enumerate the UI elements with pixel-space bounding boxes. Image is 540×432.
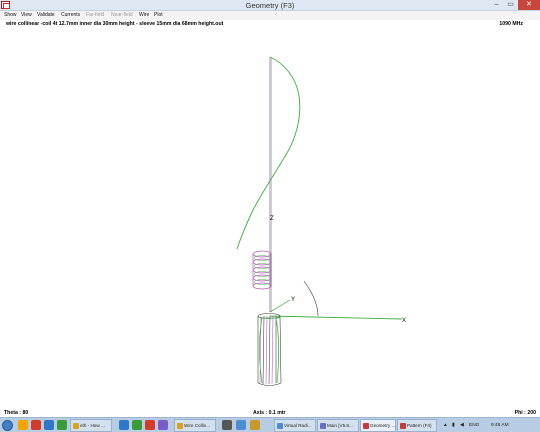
menu-plot[interactable]: Plot xyxy=(154,11,163,20)
taskbar-item[interactable]: Virtual Radi... xyxy=(274,419,316,432)
output-filename: wire collinear -coil 4t 12.7mm inner dia… xyxy=(6,21,224,27)
presentation-icon[interactable] xyxy=(145,420,155,430)
info-bar: wire collinear -coil 4t 12.7mm inner dia… xyxy=(0,20,540,29)
axis-scale-readout: Axis : 0.1 mtr xyxy=(253,410,286,416)
app-icon[interactable] xyxy=(158,420,168,430)
pinned-app-icon[interactable] xyxy=(18,420,28,430)
menu-validate[interactable]: Validate xyxy=(37,11,55,20)
tray-arrow-icon[interactable]: ▲ xyxy=(443,418,448,432)
current-distribution-curve xyxy=(236,56,301,250)
close-button[interactable]: ✕ xyxy=(518,0,540,10)
pinned-app-icon[interactable] xyxy=(57,420,67,430)
network-icon[interactable]: ▮ xyxy=(452,418,455,432)
y-axis-label: Y xyxy=(291,297,295,303)
pinned-app-icon[interactable] xyxy=(31,420,41,430)
menu-far-field[interactable]: Far-field xyxy=(86,11,104,20)
app-icon[interactable] xyxy=(222,420,232,430)
geometry-view[interactable]: Z Y X xyxy=(0,29,540,408)
menu-view[interactable]: View xyxy=(21,11,32,20)
taskbar-item-label: Virtual Radi... xyxy=(284,423,312,428)
x-axis-label: X xyxy=(402,318,406,324)
spreadsheet-icon[interactable] xyxy=(132,420,142,430)
maximize-button[interactable]: ▭ xyxy=(504,0,517,10)
taskbar-item-label: Pattern (F4) xyxy=(407,423,432,428)
app-icon[interactable] xyxy=(236,420,246,430)
geometry-canvas[interactable]: Z Y X xyxy=(0,29,540,408)
volume-icon[interactable]: ◀ xyxy=(460,418,464,432)
menu-wire[interactable]: Wire xyxy=(139,11,149,20)
y-axis xyxy=(269,299,291,313)
task-app-icon xyxy=(277,423,283,429)
language-indicator[interactable]: ENG xyxy=(469,418,479,432)
menu-bar: Show View Validate Currents Far-field Ne… xyxy=(0,11,540,20)
window-title: Geometry (F3) xyxy=(245,1,295,10)
task-app-icon xyxy=(363,423,369,429)
taskbar-item[interactable]: Wire Collin... xyxy=(174,419,216,432)
task-app-icon xyxy=(320,423,326,429)
task-app-icon xyxy=(177,423,183,429)
phi-angle-arc xyxy=(303,280,319,317)
z-axis-label: Z xyxy=(270,216,274,222)
app-icon[interactable] xyxy=(250,420,260,430)
taskbar-item-label: eth - How ... xyxy=(80,423,105,428)
taskbar-item-label: Main [V5.8... xyxy=(327,423,353,428)
status-bar: Theta : 80 Axis : 0.1 mtr Phi : 200 xyxy=(0,409,540,417)
menu-near-field[interactable]: Near-field xyxy=(111,11,133,20)
minimize-button[interactable]: – xyxy=(490,0,503,10)
taskbar: eth - How ... Wire Collin... Virtual Rad… xyxy=(0,417,540,432)
frequency-label: 1090 MHz xyxy=(499,21,523,27)
coil-current-trace xyxy=(253,255,271,285)
taskbar-item[interactable]: eth - How ... xyxy=(70,419,112,432)
title-bar: Geometry (F3) – ▭ ✕ xyxy=(0,0,540,11)
taskbar-item[interactable]: Main [V5.8... xyxy=(317,419,359,432)
x-axis xyxy=(269,315,403,320)
taskbar-item-active[interactable]: Geometry ... xyxy=(360,419,396,432)
menu-show[interactable]: Show xyxy=(4,11,17,20)
taskbar-item-label: Geometry ... xyxy=(370,423,396,428)
menu-currents[interactable]: Currents xyxy=(61,11,80,20)
task-app-icon xyxy=(400,423,406,429)
pinned-app-icon[interactable] xyxy=(44,420,54,430)
start-button[interactable] xyxy=(2,420,13,431)
phi-readout: Phi : 200 xyxy=(514,410,536,416)
word-icon[interactable] xyxy=(119,420,129,430)
taskbar-item-label: Wire Collin... xyxy=(184,423,211,428)
taskbar-item[interactable]: Pattern (F4) xyxy=(397,419,437,432)
theta-readout: Theta : 80 xyxy=(4,410,29,416)
coil xyxy=(252,250,272,290)
task-app-icon xyxy=(73,423,79,429)
clock[interactable]: 9:48 AM xyxy=(491,418,509,432)
